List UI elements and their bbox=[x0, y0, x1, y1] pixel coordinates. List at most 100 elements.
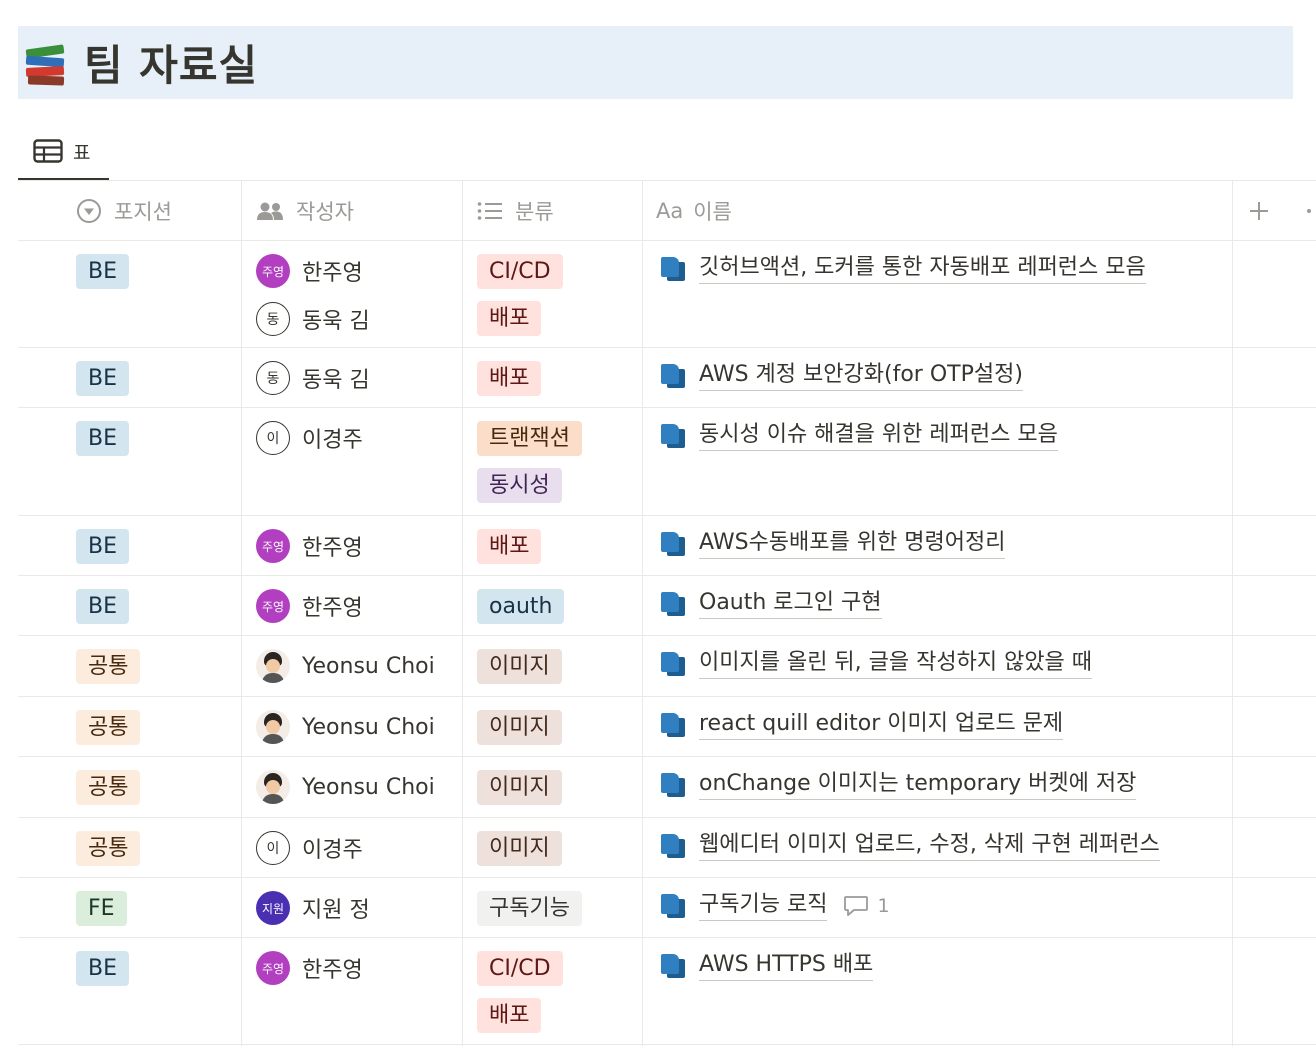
person-name: 지원 정 bbox=[302, 898, 370, 923]
category-tag: oauth bbox=[477, 589, 565, 624]
table-row[interactable]: BE 주영 한주영 배포 AWS수동배포를 위한 명령어정리 bbox=[18, 516, 1316, 576]
position-cell[interactable]: BE bbox=[76, 361, 129, 396]
database-table: 포지션 작성자 분류 Aa 이름 BE 주영 한주영 동 동욱 김 CI/CD … bbox=[18, 180, 1316, 1046]
position-cell[interactable]: FE bbox=[76, 891, 127, 926]
person-name: 동욱 김 bbox=[302, 368, 370, 393]
table-icon bbox=[33, 139, 63, 163]
category-cell[interactable]: oauth bbox=[477, 589, 565, 624]
name-cell[interactable]: AWS HTTPS 배포 bbox=[661, 950, 874, 981]
category-cell[interactable]: 이미지 bbox=[477, 770, 562, 805]
position-cell[interactable]: BE bbox=[76, 254, 129, 289]
author-cell[interactable]: 지원 지원 정 bbox=[256, 890, 370, 926]
name-cell[interactable]: 이미지를 올린 뒤, 글을 작성하지 않았을 때 bbox=[661, 648, 1093, 679]
table-row[interactable]: 공통 이 이경주 이미지 웹에디터 이미지 업로드, 수정, 삭제 구현 레퍼런스 bbox=[18, 818, 1316, 878]
name-cell[interactable]: AWS수동배포를 위한 명령어정리 bbox=[661, 528, 1006, 559]
table-row[interactable]: FE 지원 지원 정 구독기능 구독기능 로직 1 bbox=[18, 878, 1316, 938]
column-header-position[interactable]: 포지션 bbox=[76, 181, 172, 241]
page-icon bbox=[661, 363, 685, 388]
add-property-button[interactable] bbox=[1248, 181, 1270, 241]
page-link[interactable]: 동시성 이슈 해결을 위한 레퍼런스 모음 bbox=[699, 420, 1058, 451]
author-cell[interactable]: 동 동욱 김 bbox=[256, 360, 370, 396]
name-cell[interactable]: AWS 계정 보안강화(for OTP설정) bbox=[661, 360, 1023, 391]
author-cell[interactable]: Yeonsu Choi bbox=[256, 648, 435, 684]
category-cell[interactable]: 이미지 bbox=[477, 710, 562, 745]
name-cell[interactable]: 동시성 이슈 해결을 위한 레퍼런스 모음 bbox=[661, 420, 1058, 451]
table-row[interactable]: 공통 Yeonsu Choi 이미지 이미지를 올린 뒤, 글을 작성하지 않았을 때 bbox=[18, 636, 1316, 697]
column-header-author[interactable]: 작성자 bbox=[256, 181, 354, 241]
category-cell[interactable]: CI/CD 배포 bbox=[477, 254, 563, 336]
category-tag: CI/CD bbox=[477, 951, 563, 986]
name-cell[interactable]: 구독기능 로직 1 bbox=[661, 890, 890, 921]
position-cell[interactable]: BE bbox=[76, 529, 129, 564]
position-tag: 공통 bbox=[76, 710, 141, 745]
name-cell[interactable]: Oauth 로그인 구현 bbox=[661, 588, 882, 619]
position-tag: BE bbox=[76, 529, 129, 564]
name-cell[interactable]: onChange 이미지는 temporary 버켓에 저장 bbox=[661, 769, 1137, 800]
books-icon[interactable] bbox=[22, 39, 70, 87]
position-tag: BE bbox=[76, 951, 129, 986]
page-link[interactable]: 구독기능 로직 bbox=[699, 890, 828, 921]
page-link[interactable]: 이미지를 올린 뒤, 글을 작성하지 않았을 때 bbox=[699, 648, 1093, 679]
person-chip: 주영 한주영 bbox=[256, 528, 363, 564]
position-cell[interactable]: BE bbox=[76, 589, 129, 624]
name-cell[interactable]: react quill editor 이미지 업로드 문제 bbox=[661, 709, 1064, 740]
avatar: 이 bbox=[256, 831, 290, 865]
page-link[interactable]: onChange 이미지는 temporary 버켓에 저장 bbox=[699, 769, 1137, 800]
table-row[interactable]: BE 주영 한주영 oauth Oauth 로그인 구현 bbox=[18, 576, 1316, 636]
page-title[interactable]: 팀 자료실 bbox=[84, 32, 258, 93]
table-row[interactable]: 공통 Yeonsu Choi 이미지 onChange 이미지는 temporary … bbox=[18, 757, 1316, 818]
page-link[interactable]: Oauth 로그인 구현 bbox=[699, 588, 882, 619]
category-cell[interactable]: 트랜잭션 동시성 bbox=[477, 421, 582, 503]
author-cell[interactable]: 주영 한주영 bbox=[256, 528, 363, 564]
category-cell[interactable]: 이미지 bbox=[477, 649, 562, 684]
category-cell[interactable]: CI/CD 배포 bbox=[477, 951, 563, 1033]
page-link[interactable]: 웹에디터 이미지 업로드, 수정, 삭제 구현 레퍼런스 bbox=[699, 830, 1160, 861]
table-row[interactable]: BE 주영 한주영 CI/CD 배포 AWS HTTPS 배포 bbox=[18, 938, 1316, 1045]
page-link[interactable]: react quill editor 이미지 업로드 문제 bbox=[699, 709, 1064, 740]
category-tag: 동시성 bbox=[477, 468, 562, 503]
more-options-button[interactable] bbox=[1304, 181, 1314, 241]
page-icon bbox=[661, 953, 685, 978]
table-row[interactable]: BE 동 동욱 김 배포 AWS 계정 보안강화(for OTP설정) bbox=[18, 348, 1316, 408]
page-link[interactable]: AWS HTTPS 배포 bbox=[699, 950, 874, 981]
avatar: 주영 bbox=[256, 951, 290, 985]
column-header-category[interactable]: 분류 bbox=[477, 181, 554, 241]
position-cell[interactable]: 공통 bbox=[76, 710, 141, 745]
category-tag: 이미지 bbox=[477, 649, 562, 684]
author-cell[interactable]: 주영 한주영 동 동욱 김 bbox=[256, 253, 370, 337]
avatar: 동 bbox=[256, 302, 290, 336]
person-chip: 주영 한주영 bbox=[256, 253, 370, 289]
person-name: 한주영 bbox=[302, 596, 363, 621]
position-cell[interactable]: BE bbox=[76, 951, 129, 986]
comment-count[interactable]: 1 bbox=[843, 894, 890, 918]
page-link[interactable]: AWS 계정 보안강화(for OTP설정) bbox=[699, 360, 1023, 391]
position-cell[interactable]: BE bbox=[76, 421, 129, 456]
people-icon bbox=[257, 202, 283, 220]
position-cell[interactable]: 공통 bbox=[76, 649, 141, 684]
author-cell[interactable]: Yeonsu Choi bbox=[256, 769, 435, 805]
position-tag: BE bbox=[76, 589, 129, 624]
author-cell[interactable]: 주영 한주영 bbox=[256, 950, 363, 986]
page-link[interactable]: 깃허브액션, 도커를 통한 자동배포 레퍼런스 모음 bbox=[699, 253, 1146, 284]
table-row[interactable]: BE 이 이경주 트랜잭션 동시성 동시성 이슈 해결을 위한 레퍼런스 모음 bbox=[18, 408, 1316, 516]
column-header-name[interactable]: Aa 이름 bbox=[656, 181, 732, 241]
name-cell[interactable]: 웹에디터 이미지 업로드, 수정, 삭제 구현 레퍼런스 bbox=[661, 830, 1160, 861]
category-cell[interactable]: 배포 bbox=[477, 529, 542, 564]
position-cell[interactable]: 공통 bbox=[76, 770, 141, 805]
person-name: 이경주 bbox=[302, 838, 363, 863]
avatar: 동 bbox=[256, 361, 290, 395]
author-cell[interactable]: Yeonsu Choi bbox=[256, 709, 435, 745]
category-cell[interactable]: 구독기능 bbox=[477, 891, 582, 926]
tab-table-view[interactable]: 표 bbox=[18, 124, 109, 180]
position-tag: FE bbox=[76, 891, 127, 926]
author-cell[interactable]: 이 이경주 bbox=[256, 830, 363, 866]
category-cell[interactable]: 배포 bbox=[477, 361, 542, 396]
category-cell[interactable]: 이미지 bbox=[477, 831, 562, 866]
author-cell[interactable]: 주영 한주영 bbox=[256, 588, 363, 624]
name-cell[interactable]: 깃허브액션, 도커를 통한 자동배포 레퍼런스 모음 bbox=[661, 253, 1146, 284]
table-row[interactable]: BE 주영 한주영 동 동욱 김 CI/CD 배포 깃허브액션, 도커를 통한 자동배포 레퍼… bbox=[18, 241, 1316, 348]
table-row[interactable]: 공통 Yeonsu Choi 이미지 react quill editor 이미지 업… bbox=[18, 697, 1316, 757]
author-cell[interactable]: 이 이경주 bbox=[256, 420, 363, 456]
page-link[interactable]: AWS수동배포를 위한 명령어정리 bbox=[699, 528, 1006, 559]
position-cell[interactable]: 공통 bbox=[76, 831, 141, 866]
